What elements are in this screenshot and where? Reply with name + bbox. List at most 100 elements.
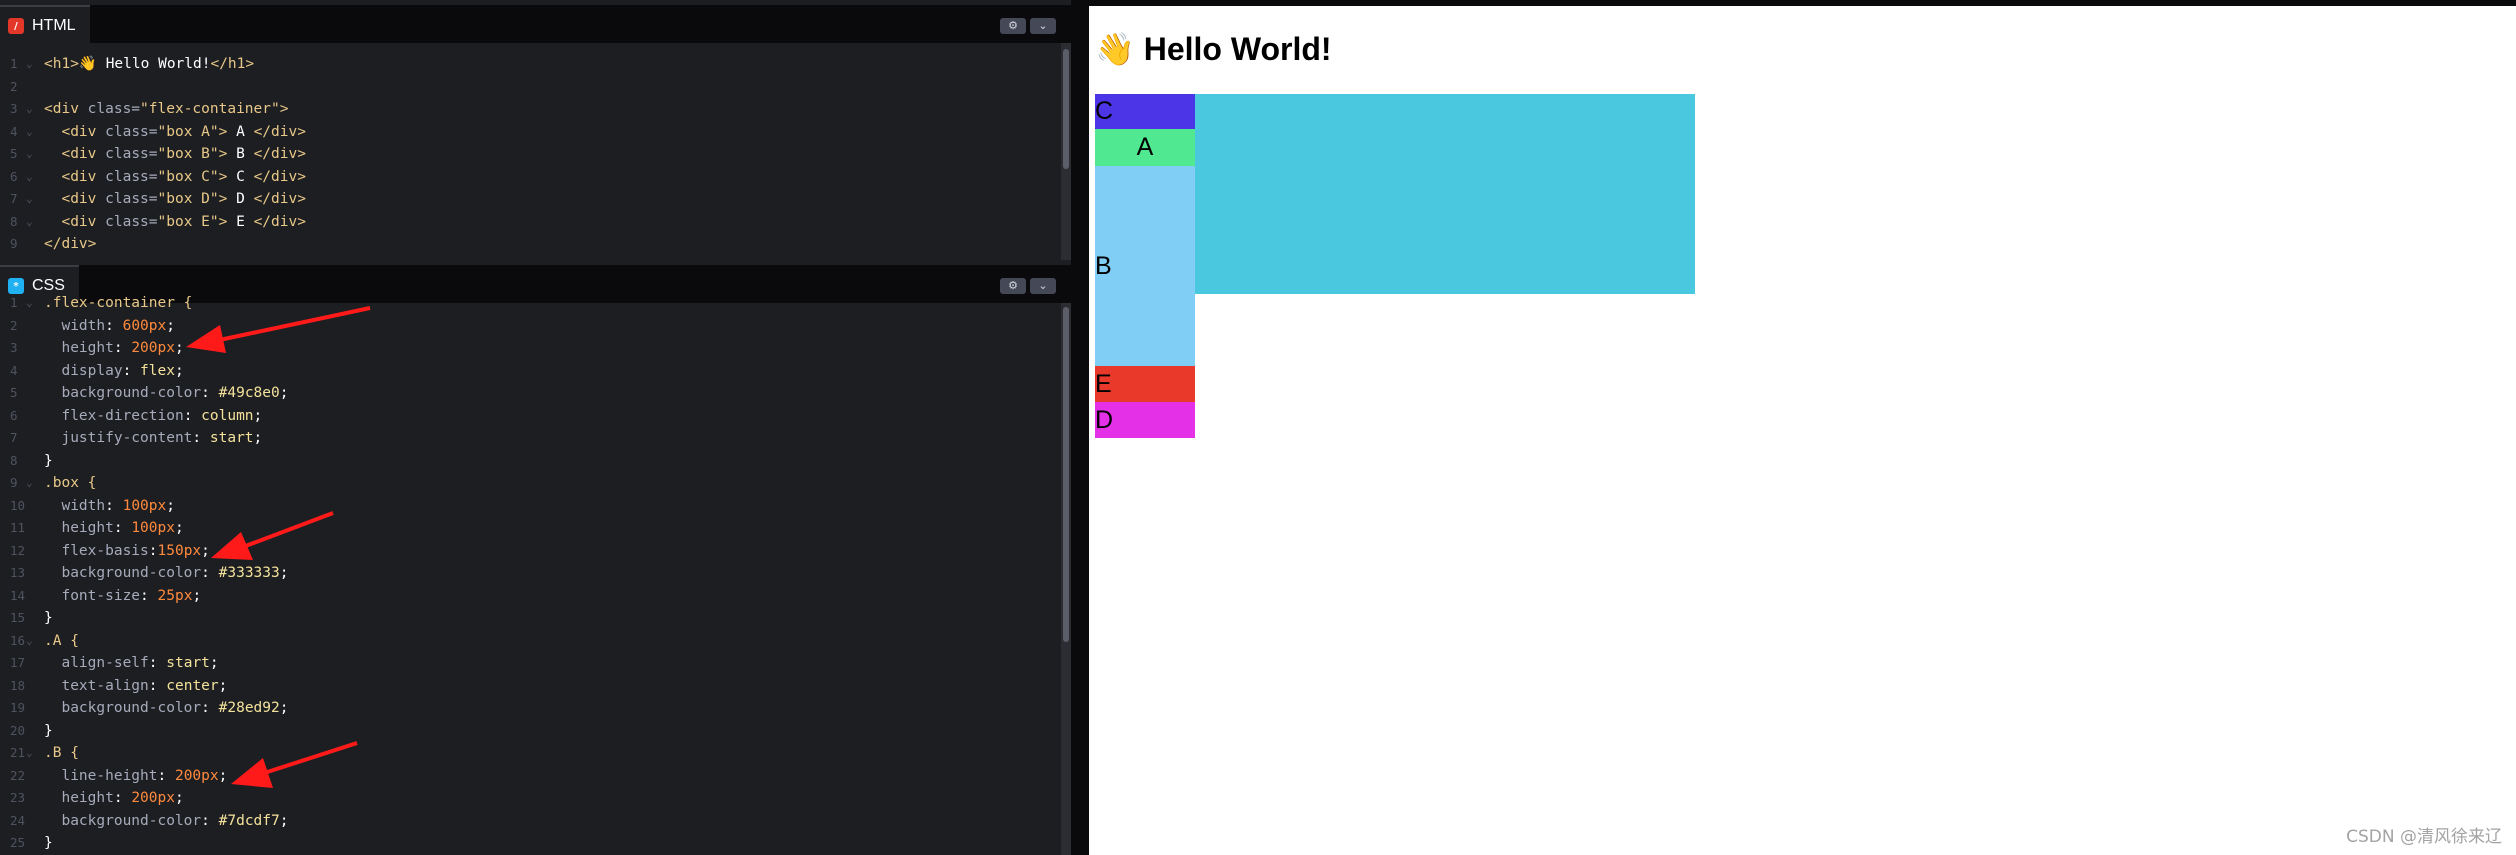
code-line[interactable]: 18 text-align: center; xyxy=(0,675,1059,698)
tab-html[interactable]: / HTML xyxy=(0,5,90,45)
code-line[interactable]: 9 </div> xyxy=(0,233,1059,256)
code-text: flex-basis:150px; xyxy=(44,540,209,563)
code-line[interactable]: 13 background-color: #333333; xyxy=(0,562,1059,585)
code-line[interactable]: 3 height: 200px; xyxy=(0,337,1059,360)
code-line[interactable]: 7 ⌄ <div class="box D"> D </div> xyxy=(0,188,1059,211)
code-token: <div xyxy=(61,213,106,230)
code-line[interactable]: 4 ⌄ <div class="box A"> A </div> xyxy=(0,121,1059,144)
code-text: background-color: #49c8e0; xyxy=(44,382,288,405)
code-line[interactable]: 2 width: 600px; xyxy=(0,315,1059,338)
code-line[interactable]: 5 background-color: #49c8e0; xyxy=(0,382,1059,405)
code-line[interactable]: 23 height: 200px; xyxy=(0,787,1059,810)
code-token: ; xyxy=(218,677,228,694)
box-e: E xyxy=(1095,366,1195,402)
code-token: 600px xyxy=(122,317,167,334)
code-token: ; xyxy=(166,497,175,514)
code-line[interactable]: 6 flex-direction: column; xyxy=(0,405,1059,428)
code-token: </div> xyxy=(253,213,306,230)
code-token: class= xyxy=(87,101,141,117)
code-token: : xyxy=(105,317,123,334)
code-line[interactable]: 4 display: flex; xyxy=(0,360,1059,383)
annotation-arrow-flex-basis xyxy=(211,511,334,560)
code-token: 100px xyxy=(122,497,167,514)
code-line[interactable]: 7 justify-content: start; xyxy=(0,427,1059,450)
code-line[interactable]: 17 align-self: start; xyxy=(0,652,1059,675)
fold-marker[interactable]: ⌄ xyxy=(26,121,33,144)
code-token: <div xyxy=(61,146,106,162)
code-line[interactable]: 6 ⌄ <div class="box C"> C </div> xyxy=(0,166,1059,189)
code-line[interactable]: 5 ⌄ <div class="box B"> B </div> xyxy=(0,143,1059,166)
code-line[interactable]: 2 xyxy=(0,76,1059,99)
code-token: #49c8e0 xyxy=(218,385,280,401)
code-line[interactable]: 16 ⌄ .A { xyxy=(0,630,1059,653)
code-token: background-color xyxy=(61,565,202,581)
code-token: 200px xyxy=(131,790,175,806)
code-line[interactable]: 9 ⌄ .box { xyxy=(0,472,1059,495)
line-number: 4 xyxy=(10,362,18,378)
html-scroll-thumb[interactable] xyxy=(1063,49,1069,169)
code-line[interactable]: 1 ⌄ <h1>👋 Hello World!</h1> xyxy=(0,53,1059,76)
code-line[interactable]: 12 flex-basis:150px; xyxy=(0,540,1059,563)
css-scrollbar[interactable] xyxy=(1061,303,1071,855)
css-code-editor[interactable]: 1 ⌄ .flex-container {2 width: 600px; 3 heig… xyxy=(0,292,1059,855)
code-token: : xyxy=(113,520,132,536)
code-token: height xyxy=(61,790,114,806)
code-token: background-color xyxy=(61,700,202,716)
code-text: <h1>👋 Hello World!</h1> xyxy=(44,53,254,76)
html-code-editor[interactable]: 1 ⌄ <h1>👋 Hello World!</h1> 2 3 ⌄ <div class="… xyxy=(0,53,1059,256)
line-number: 11 xyxy=(10,520,26,535)
fold-marker[interactable]: ⌄ xyxy=(26,211,33,234)
fold-marker[interactable]: ⌄ xyxy=(26,472,33,495)
code-token: : xyxy=(201,385,219,401)
code-token: ; xyxy=(174,362,184,379)
code-line[interactable]: 19 background-color: #28ed92; xyxy=(0,697,1059,720)
code-token: : xyxy=(113,790,132,806)
code-token: : xyxy=(201,700,219,716)
line-number: 9 xyxy=(10,475,18,490)
fold-marker[interactable]: ⌄ xyxy=(26,98,33,121)
code-token: 200px xyxy=(131,340,175,356)
code-token: : xyxy=(122,362,141,379)
fold-marker[interactable]: ⌄ xyxy=(26,143,33,166)
code-line[interactable]: 21 ⌄ .B { xyxy=(0,742,1059,765)
code-line[interactable]: 15} xyxy=(0,607,1059,630)
fold-marker[interactable]: ⌄ xyxy=(26,188,33,211)
code-line[interactable]: 3 ⌄ <div class="flex-container"> xyxy=(0,98,1059,121)
line-number: 19 xyxy=(10,700,26,715)
code-line[interactable]: 14 font-size: 25px; xyxy=(0,585,1059,608)
pane-resize-handle[interactable] xyxy=(1071,0,1089,855)
code-line[interactable]: 10 width: 100px; xyxy=(0,495,1059,518)
code-line[interactable]: 25} xyxy=(0,832,1059,855)
code-line[interactable]: 11 height: 100px; xyxy=(0,517,1059,540)
fold-marker[interactable]: ⌄ xyxy=(26,630,33,653)
code-token: 150px xyxy=(157,542,202,559)
chevron-down-icon[interactable]: ⌄ xyxy=(1030,18,1056,34)
line-number: 6 xyxy=(10,407,18,423)
code-line[interactable]: 8} xyxy=(0,450,1059,473)
code-line[interactable]: 8 ⌄ <div class="box E"> E </div> xyxy=(0,211,1059,234)
fold-marker[interactable]: ⌄ xyxy=(26,53,33,76)
code-line[interactable]: 20} xyxy=(0,720,1059,743)
fold-marker[interactable]: ⌄ xyxy=(26,166,33,189)
code-line[interactable]: 1 ⌄ .flex-container { xyxy=(0,292,1059,315)
code-text: <div class="box A"> A </div> xyxy=(44,121,305,144)
code-token: "box B" xyxy=(157,146,219,162)
fold-marker[interactable]: ⌄ xyxy=(26,742,33,765)
code-token: 👋 Hello World! xyxy=(78,56,211,72)
gear-icon[interactable]: ⚙ xyxy=(1000,18,1026,34)
code-token: "box C" xyxy=(157,168,219,185)
code-line[interactable]: 22 line-height: 200px; xyxy=(0,765,1059,788)
code-token: class= xyxy=(105,213,158,230)
html-scrollbar[interactable] xyxy=(1061,43,1071,260)
fold-marker[interactable]: ⌄ xyxy=(26,292,33,315)
code-line[interactable]: 24 background-color: #7dcdf7; xyxy=(0,810,1059,833)
code-token: column xyxy=(201,407,254,424)
css-scroll-thumb[interactable] xyxy=(1063,307,1069,642)
line-number: 2 xyxy=(10,78,18,94)
